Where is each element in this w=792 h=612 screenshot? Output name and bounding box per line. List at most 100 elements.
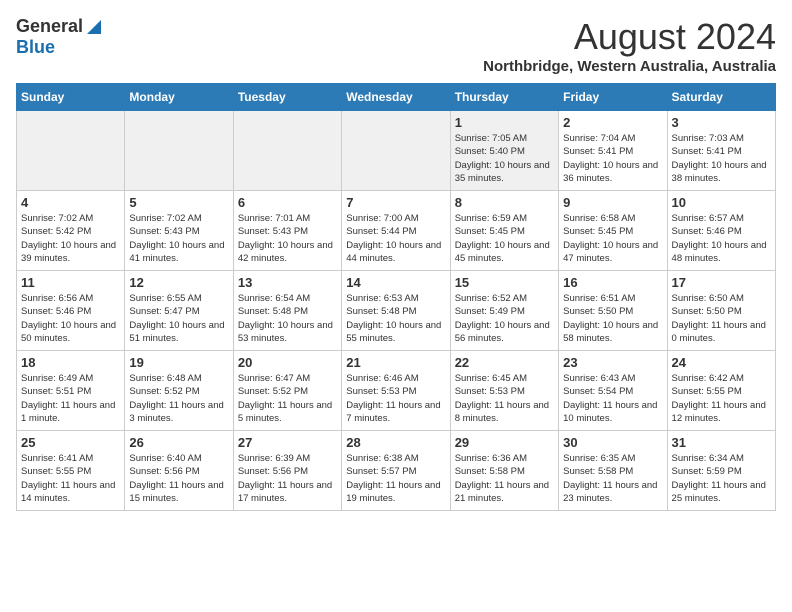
calendar-cell: 4Sunrise: 7:02 AMSunset: 5:42 PMDaylight… [17,191,125,271]
calendar-cell: 24 Sunrise: 6:42 AMSunset: 5:55 PMDayligh… [667,351,775,431]
col-monday: Monday [125,84,233,111]
calendar-week-row: 18Sunrise: 6:49 AMSunset: 5:51 PMDayligh… [17,351,776,431]
day-info: Sunrise: 6:43 AMSunset: 5:54 PMDaylight:… [563,372,662,425]
day-number: 17 [672,275,771,290]
calendar-cell: 27Sunrise: 6:39 AMSunset: 5:56 PMDayligh… [233,431,341,511]
calendar-cell: 28Sunrise: 6:38 AMSunset: 5:57 PMDayligh… [342,431,450,511]
calendar-cell: 18Sunrise: 6:49 AMSunset: 5:51 PMDayligh… [17,351,125,431]
day-info: Sunrise: 6:35 AMSunset: 5:58 PMDaylight:… [563,452,662,505]
day-info: Sunrise: 6:54 AMSunset: 5:48 PMDaylight:… [238,292,337,345]
day-info: Sunrise: 6:45 AMSunset: 5:53 PMDaylight:… [455,372,554,425]
day-number: 11 [21,275,120,290]
calendar-cell [17,111,125,191]
col-friday: Friday [559,84,667,111]
calendar-cell: 17 Sunrise: 6:50 AMSunset: 5:50 PMDayligh… [667,271,775,351]
logo: General Blue [16,16,103,58]
calendar-week-row: 25Sunrise: 6:41 AMSunset: 5:55 PMDayligh… [17,431,776,511]
col-tuesday: Tuesday [233,84,341,111]
day-number: 10 [672,195,771,210]
day-number: 31 [672,435,771,450]
calendar-cell: 11 Sunrise: 6:56 AMSunset: 5:46 PMDayligh… [17,271,125,351]
calendar-cell: 20 Sunrise: 6:47 AMSunset: 5:52 PMDayligh… [233,351,341,431]
day-info: Sunrise: 6:51 AMSunset: 5:50 PMDaylight:… [563,292,662,345]
calendar-cell: 30 Sunrise: 6:35 AMSunset: 5:58 PMDayligh… [559,431,667,511]
day-number: 24 [672,355,771,370]
day-info: Sunrise: 6:52 AMSunset: 5:49 PMDaylight:… [455,292,554,345]
day-info: Sunrise: 6:42 AMSunset: 5:55 PMDaylight:… [672,372,771,425]
day-info: Sunrise: 6:56 AMSunset: 5:46 PMDaylight:… [21,292,120,345]
day-info: Sunrise: 6:53 AMSunset: 5:48 PMDaylight:… [346,292,445,345]
calendar-cell: 7 Sunrise: 7:00 AMSunset: 5:44 PMDaylight… [342,191,450,271]
day-info: Sunrise: 7:02 AMSunset: 5:43 PMDaylight:… [129,212,228,265]
day-number: 30 [563,435,662,450]
calendar-week-row: 11 Sunrise: 6:56 AMSunset: 5:46 PMDayligh… [17,271,776,351]
day-info: Sunrise: 7:05 AMSunset: 5:40 PMDaylight:… [455,132,554,185]
day-number: 21 [346,355,445,370]
day-number: 2 [563,115,662,130]
logo-triangle-icon [85,18,103,36]
calendar-cell: 10 Sunrise: 6:57 AMSunset: 5:46 PMDayligh… [667,191,775,271]
logo-general-text: General [16,16,83,37]
day-info: Sunrise: 6:57 AMSunset: 5:46 PMDaylight:… [672,212,771,265]
calendar-cell: 21 Sunrise: 6:46 AMSunset: 5:53 PMDayligh… [342,351,450,431]
calendar-cell: 14 Sunrise: 6:53 AMSunset: 5:48 PMDayligh… [342,271,450,351]
calendar-table: Sunday Monday Tuesday Wednesday Thursday… [16,83,776,511]
calendar-cell: 3 Sunrise: 7:03 AMSunset: 5:41 PMDaylight… [667,111,775,191]
day-info: Sunrise: 6:38 AMSunset: 5:57 PMDaylight:… [346,452,445,505]
day-info: Sunrise: 6:59 AMSunset: 5:45 PMDaylight:… [455,212,554,265]
calendar-cell [342,111,450,191]
calendar-cell: 12Sunrise: 6:55 AMSunset: 5:47 PMDayligh… [125,271,233,351]
day-number: 13 [238,275,337,290]
day-info: Sunrise: 6:50 AMSunset: 5:50 PMDaylight:… [672,292,771,345]
title-section: August 2024 Northbridge, Western Austral… [483,16,776,75]
calendar-cell: 2 Sunrise: 7:04 AMSunset: 5:41 PMDaylight… [559,111,667,191]
day-number: 22 [455,355,554,370]
calendar-cell: 13 Sunrise: 6:54 AMSunset: 5:48 PMDayligh… [233,271,341,351]
day-info: Sunrise: 7:01 AMSunset: 5:43 PMDaylight:… [238,212,337,265]
day-number: 18 [21,355,120,370]
day-number: 15 [455,275,554,290]
day-number: 7 [346,195,445,210]
calendar-week-row: 1Sunrise: 7:05 AMSunset: 5:40 PMDaylight… [17,111,776,191]
day-info: Sunrise: 6:55 AMSunset: 5:47 PMDaylight:… [129,292,228,345]
col-thursday: Thursday [450,84,558,111]
calendar-cell: 16 Sunrise: 6:51 AMSunset: 5:50 PMDayligh… [559,271,667,351]
calendar-cell [125,111,233,191]
calendar-cell: 25Sunrise: 6:41 AMSunset: 5:55 PMDayligh… [17,431,125,511]
day-info: Sunrise: 6:58 AMSunset: 5:45 PMDaylight:… [563,212,662,265]
day-number: 3 [672,115,771,130]
day-info: Sunrise: 6:46 AMSunset: 5:53 PMDaylight:… [346,372,445,425]
day-info: Sunrise: 6:41 AMSunset: 5:55 PMDaylight:… [21,452,120,505]
day-number: 5 [129,195,228,210]
day-number: 20 [238,355,337,370]
calendar-cell: 9Sunrise: 6:58 AMSunset: 5:45 PMDaylight… [559,191,667,271]
day-info: Sunrise: 7:03 AMSunset: 5:41 PMDaylight:… [672,132,771,185]
day-number: 16 [563,275,662,290]
calendar-cell: 23 Sunrise: 6:43 AMSunset: 5:54 PMDayligh… [559,351,667,431]
day-number: 4 [21,195,120,210]
calendar-week-row: 4Sunrise: 7:02 AMSunset: 5:42 PMDaylight… [17,191,776,271]
calendar-cell: 8Sunrise: 6:59 AMSunset: 5:45 PMDaylight… [450,191,558,271]
calendar-cell: 5 Sunrise: 7:02 AMSunset: 5:43 PMDaylight… [125,191,233,271]
day-number: 23 [563,355,662,370]
day-number: 19 [129,355,228,370]
day-info: Sunrise: 6:36 AMSunset: 5:58 PMDaylight:… [455,452,554,505]
day-number: 14 [346,275,445,290]
day-info: Sunrise: 7:04 AMSunset: 5:41 PMDaylight:… [563,132,662,185]
day-info: Sunrise: 6:48 AMSunset: 5:52 PMDaylight:… [129,372,228,425]
calendar-cell: 19 Sunrise: 6:48 AMSunset: 5:52 PMDayligh… [125,351,233,431]
calendar-cell: 15 Sunrise: 6:52 AMSunset: 5:49 PMDayligh… [450,271,558,351]
day-info: Sunrise: 7:00 AMSunset: 5:44 PMDaylight:… [346,212,445,265]
page-header: General Blue August 2024 Northbridge, We… [16,16,776,75]
day-info: Sunrise: 6:34 AMSunset: 5:59 PMDaylight:… [672,452,771,505]
month-title: August 2024 [483,16,776,58]
day-info: Sunrise: 6:39 AMSunset: 5:56 PMDaylight:… [238,452,337,505]
day-number: 6 [238,195,337,210]
logo-blue-text: Blue [16,37,55,58]
calendar-header-row: Sunday Monday Tuesday Wednesday Thursday… [17,84,776,111]
col-saturday: Saturday [667,84,775,111]
day-info: Sunrise: 6:40 AMSunset: 5:56 PMDaylight:… [129,452,228,505]
day-number: 26 [129,435,228,450]
calendar-cell: 26 Sunrise: 6:40 AMSunset: 5:56 PMDayligh… [125,431,233,511]
day-info: Sunrise: 6:47 AMSunset: 5:52 PMDaylight:… [238,372,337,425]
